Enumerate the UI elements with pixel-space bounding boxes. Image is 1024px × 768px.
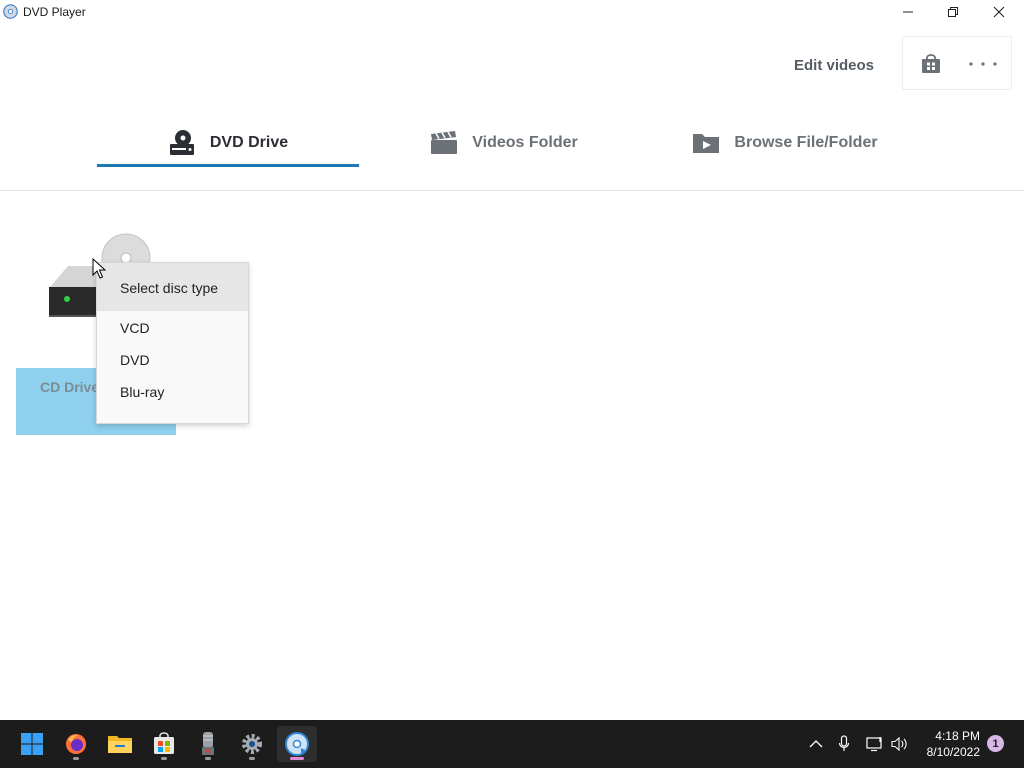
gear-icon <box>242 734 262 754</box>
menu-item-blu-ray-label: Blu-ray <box>120 384 165 400</box>
tab-videos-folder[interactable]: Videos Folder <box>380 118 628 168</box>
menu-item-dvd[interactable]: DVD <box>97 345 248 375</box>
clock[interactable]: 4:18 PM 8/10/2022 <box>918 728 980 760</box>
running-indicator <box>161 757 167 760</box>
active-tab-indicator <box>97 164 359 167</box>
menu-item-blu-ray[interactable]: Blu-ray <box>97 377 248 407</box>
restore-icon <box>948 7 958 17</box>
store-button[interactable] <box>917 51 945 77</box>
minimize-icon <box>903 11 913 13</box>
notification-badge[interactable]: 1 <box>987 735 1004 752</box>
running-indicator <box>73 757 79 760</box>
store-icon <box>154 732 174 754</box>
more-options-button[interactable] <box>963 51 1003 77</box>
network-icon <box>866 737 882 752</box>
speaker-icon <box>891 736 907 752</box>
taskbar-microsoft-store[interactable] <box>144 726 184 762</box>
close-button[interactable] <box>976 0 1022 24</box>
header-actions <box>902 36 1012 90</box>
show-hidden-icons-button[interactable] <box>806 734 826 754</box>
taskbar-firefox[interactable] <box>56 726 96 762</box>
tab-dvd-drive-label: DVD Drive <box>209 134 289 151</box>
tab-browse-file-folder-label: Browse File/Folder <box>734 134 878 151</box>
dvd-player-app-icon <box>3 4 18 19</box>
minimize-button[interactable] <box>885 0 931 24</box>
title-bar: DVD Player <box>0 0 1024 24</box>
folder-play-icon <box>693 134 720 153</box>
edit-videos-button[interactable]: Edit videos <box>780 52 888 78</box>
volume-tray-button[interactable] <box>890 734 910 754</box>
menu-item-dvd-label: DVD <box>120 352 150 368</box>
microphone-tray-button[interactable] <box>834 734 854 754</box>
tab-browse-file-folder[interactable]: Browse File/Folder <box>650 118 920 168</box>
context-menu-title: Select disc type <box>120 280 219 296</box>
context-menu-header: Select disc type <box>97 263 248 311</box>
tab-dvd-drive[interactable]: DVD Drive <box>97 118 359 168</box>
firefox-icon <box>66 734 86 754</box>
close-icon <box>993 6 1005 18</box>
clock-date: 8/10/2022 <box>926 745 980 759</box>
tab-videos-folder-label: Videos Folder <box>472 134 578 151</box>
menu-item-vcd-label: VCD <box>120 320 150 336</box>
drive-label: CD Drive <box>40 379 100 395</box>
microphone-icon <box>838 735 850 751</box>
menu-item-vcd[interactable]: VCD <box>97 313 248 343</box>
clock-time: 4:18 PM <box>935 729 980 743</box>
taskbar-dvd-player[interactable] <box>277 726 317 762</box>
more-dots-icon <box>969 62 997 66</box>
running-indicator <box>205 757 211 760</box>
active-indicator <box>290 757 304 760</box>
windows-logo-icon <box>21 733 43 755</box>
start-button[interactable] <box>12 726 52 762</box>
taskbar-file-explorer[interactable] <box>100 726 140 762</box>
clapperboard-icon <box>431 131 458 154</box>
store-bag-icon <box>922 54 940 73</box>
disc-type-context-menu: Select disc type VCD DVD Blu-ray <box>96 262 249 424</box>
taskbar-settings[interactable] <box>232 726 272 762</box>
taskbar: 4:18 PM 8/10/2022 <box>0 720 1024 768</box>
taskbar-voice-recorder[interactable] <box>188 726 228 762</box>
window-title: DVD Player <box>23 5 86 19</box>
file-explorer-icon <box>108 736 132 753</box>
header-divider <box>0 190 1024 191</box>
mouse-cursor-icon <box>92 258 106 279</box>
chevron-up-icon <box>809 740 823 748</box>
running-indicator <box>249 757 255 760</box>
restore-button[interactable] <box>930 0 976 24</box>
dvd-player-icon <box>285 732 309 756</box>
voice-recorder-icon <box>202 732 214 755</box>
dvd-drive-icon <box>169 130 194 155</box>
network-tray-button[interactable] <box>865 734 885 754</box>
